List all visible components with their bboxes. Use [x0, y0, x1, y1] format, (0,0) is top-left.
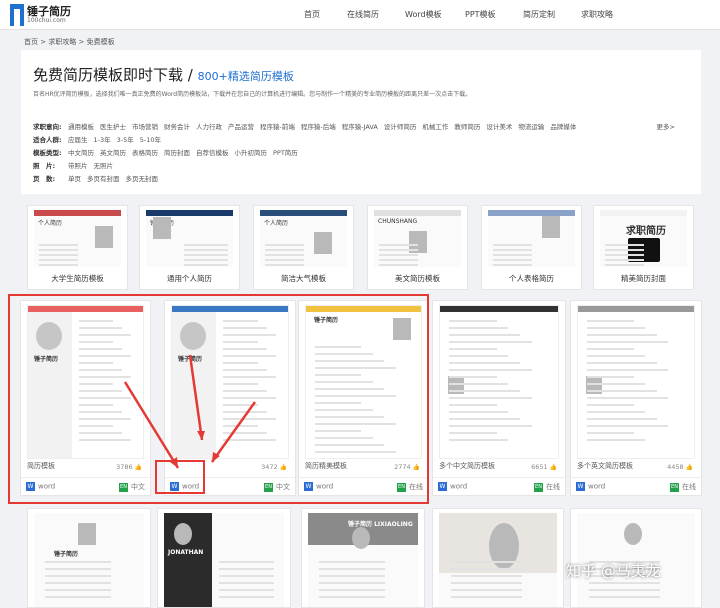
- watermark: 知乎 @马夷龙: [566, 562, 661, 580]
- arrow-2: [188, 354, 204, 441]
- arrow-3: [210, 401, 257, 463]
- annotation-arrows: [123, 354, 257, 469]
- arrow-1: [123, 381, 180, 469]
